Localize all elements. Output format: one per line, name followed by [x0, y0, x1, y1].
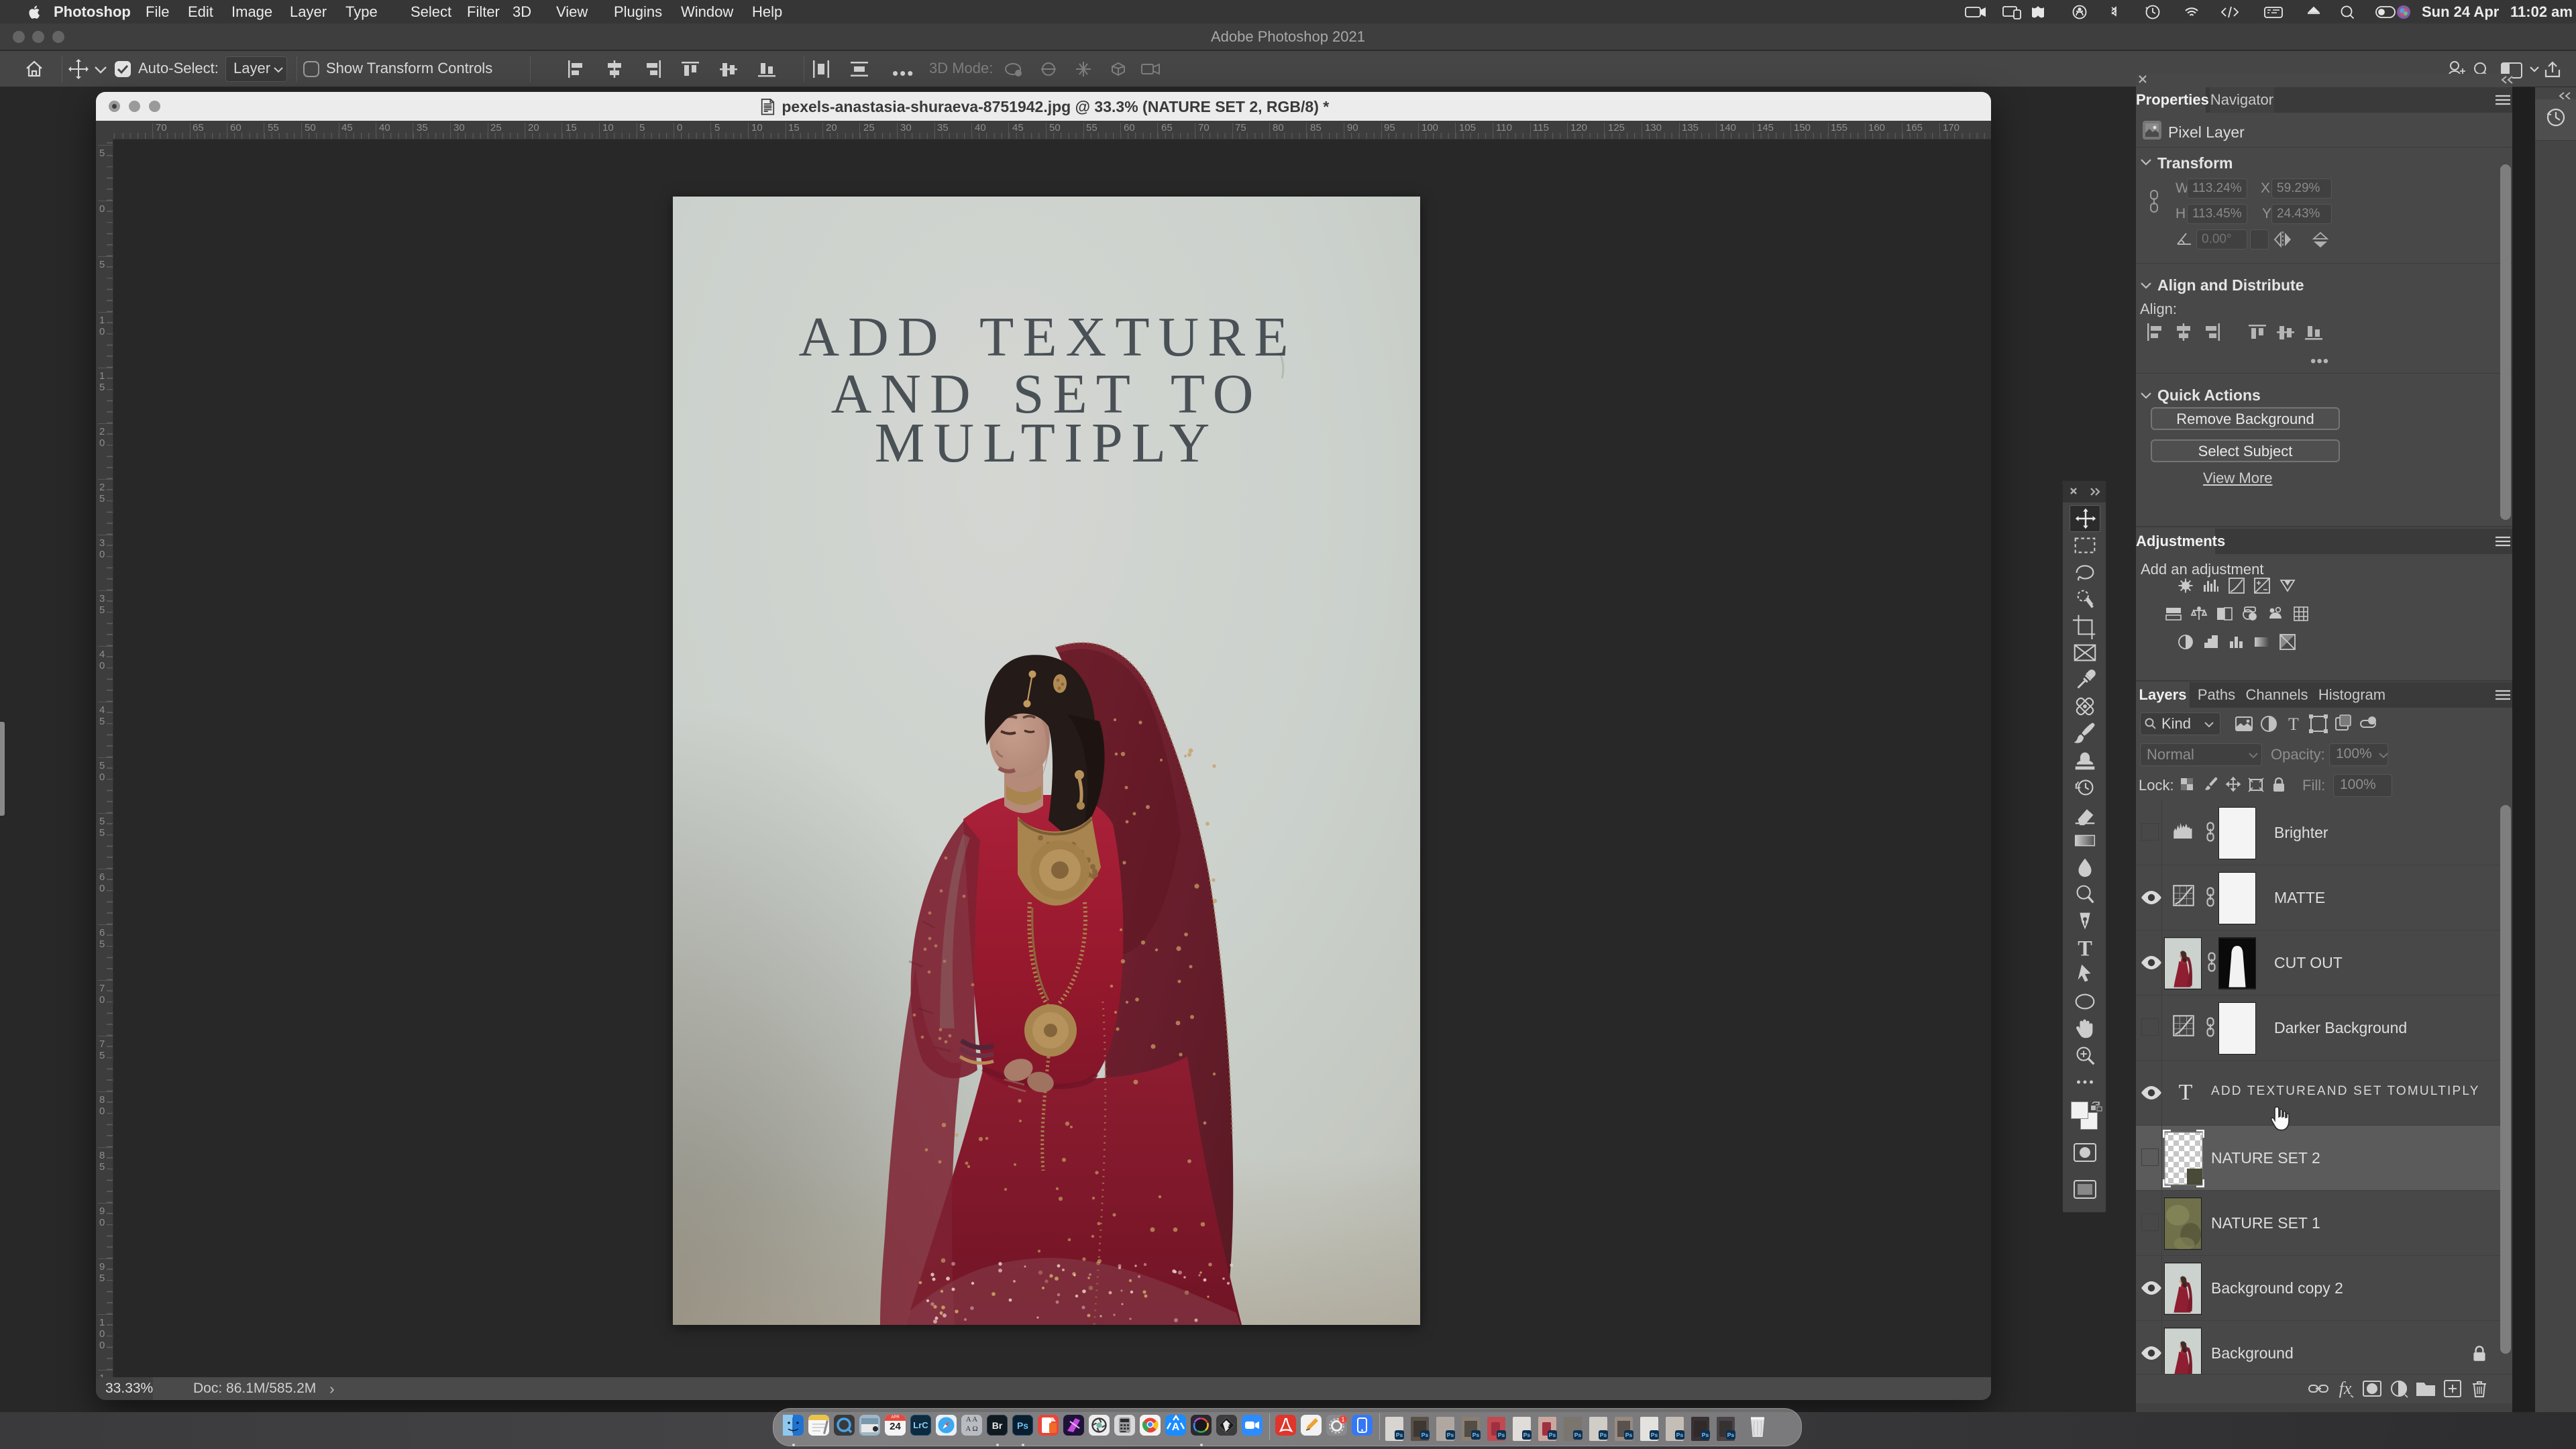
svg-text:ADD TEXTURE: ADD TEXTURE	[798, 306, 1297, 368]
svg-text:A: A	[1172, 1421, 1180, 1433]
svg-text:T: T	[2078, 936, 2092, 961]
svg-text:1: 1	[1341, 1416, 1344, 1423]
svg-text:T: T	[2288, 714, 2299, 734]
svg-text:MULTIPLY: MULTIPLY	[875, 412, 1219, 474]
svg-text:fx: fx	[2339, 1379, 2352, 1398]
